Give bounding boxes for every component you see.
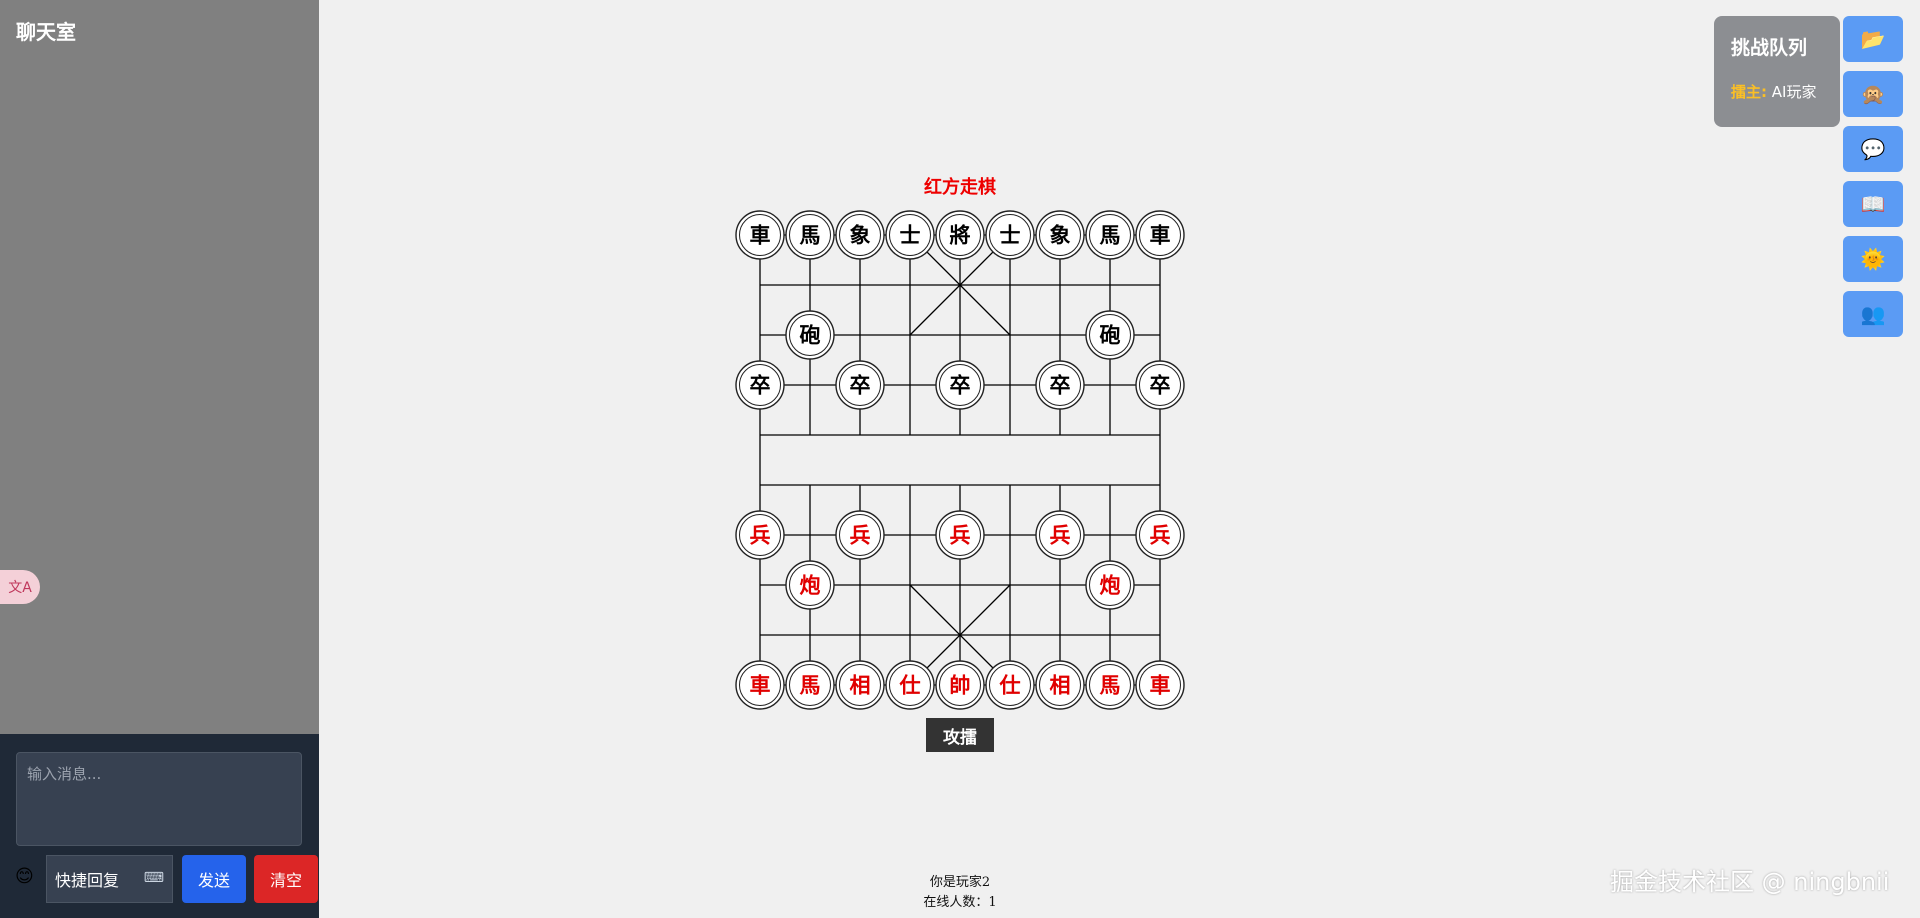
piece-label: 車 — [750, 673, 771, 698]
queue-title: 挑战队列 — [1731, 37, 1808, 59]
black-piece[interactable]: 馬 — [785, 210, 835, 260]
red-piece[interactable]: 相 — [1035, 660, 1085, 710]
red-piece[interactable]: 車 — [735, 660, 785, 710]
black-piece[interactable]: 車 — [735, 210, 785, 260]
piece-label: 兵 — [950, 523, 971, 548]
red-piece[interactable]: 馬 — [785, 660, 835, 710]
player-info: 你是玩家2 在线人数：1 — [860, 873, 1060, 913]
piece-label: 卒 — [750, 373, 771, 398]
black-piece[interactable]: 士 — [885, 210, 935, 260]
piece-label: 士 — [900, 223, 921, 248]
piece-label: 象 — [850, 223, 871, 248]
chat-bubble-icon[interactable]: 💬 — [1843, 126, 1903, 172]
piece-label: 卒 — [950, 373, 971, 398]
host-label: 擂主: — [1731, 83, 1767, 101]
red-piece[interactable]: 仕 — [985, 660, 1035, 710]
piece-label: 馬 — [1100, 673, 1121, 698]
piece-label: 士 — [1000, 223, 1021, 248]
black-piece[interactable]: 砲 — [785, 310, 835, 360]
piece-label: 仕 — [999, 673, 1021, 698]
piece-label: 馬 — [800, 223, 821, 248]
piece-label: 卒 — [850, 373, 871, 398]
black-piece[interactable]: 將 — [935, 210, 985, 260]
red-piece[interactable]: 車 — [1135, 660, 1185, 710]
challenge-queue-panel: 挑战队列 擂主: AI玩家 — [1714, 16, 1840, 127]
piece-label: 相 — [1050, 673, 1071, 698]
black-piece[interactable]: 馬 — [1085, 210, 1135, 260]
piece-label: 仕 — [899, 673, 921, 698]
piece-label: 兵 — [1150, 523, 1171, 548]
red-piece[interactable]: 相 — [835, 660, 885, 710]
black-piece[interactable]: 士 — [985, 210, 1035, 260]
black-piece[interactable]: 卒 — [1135, 360, 1185, 410]
queue-host: 擂主: AI玩家 — [1731, 81, 1816, 102]
red-piece[interactable]: 仕 — [885, 660, 935, 710]
black-piece[interactable]: 車 — [1135, 210, 1185, 260]
black-piece[interactable]: 卒 — [1035, 360, 1085, 410]
book-icon[interactable]: 📖 — [1843, 181, 1903, 227]
red-piece[interactable]: 炮 — [785, 560, 835, 610]
black-piece[interactable]: 卒 — [835, 360, 885, 410]
red-piece[interactable]: 兵 — [1135, 510, 1185, 560]
piece-label: 兵 — [850, 523, 871, 548]
red-piece[interactable]: 帥 — [935, 660, 985, 710]
piece-label: 象 — [1050, 223, 1071, 248]
piece-label: 砲 — [1100, 323, 1121, 348]
piece-label: 卒 — [1150, 373, 1171, 398]
piece-label: 車 — [750, 223, 771, 248]
red-piece[interactable]: 兵 — [1035, 510, 1085, 560]
piece-label: 炮 — [1100, 573, 1121, 598]
folder-icon[interactable]: 📂 — [1843, 16, 1903, 62]
red-piece[interactable]: 馬 — [1085, 660, 1135, 710]
black-piece[interactable]: 卒 — [735, 360, 785, 410]
black-piece[interactable]: 象 — [1035, 210, 1085, 260]
host-name: AI玩家 — [1771, 83, 1817, 101]
monkey-icon[interactable]: 🙊 — [1843, 71, 1903, 117]
piece-label: 帥 — [950, 673, 971, 698]
piece-label: 車 — [1150, 673, 1171, 698]
red-piece[interactable]: 炮 — [1085, 560, 1135, 610]
watermark: 掘金技术社区 @ ningbnii — [1610, 868, 1890, 896]
piece-label: 車 — [1150, 223, 1171, 248]
piece-label: 卒 — [1050, 373, 1071, 398]
red-piece[interactable]: 兵 — [935, 510, 985, 560]
red-piece[interactable]: 兵 — [835, 510, 885, 560]
sun-icon[interactable]: 🌞 — [1843, 236, 1903, 282]
challenge-button[interactable]: 攻擂 — [926, 718, 994, 752]
online-count: 在线人数：1 — [923, 895, 997, 910]
chess-board[interactable]: 車馬象士將士象馬車砲 砲卒卒卒卒卒兵兵兵兵兵炮 炮車馬相仕帥仕相馬車 — [0, 0, 1920, 918]
users-icon[interactable]: 👥 — [1843, 291, 1903, 337]
piece-label: 相 — [850, 673, 871, 698]
black-piece[interactable]: 砲 — [1085, 310, 1135, 360]
red-piece[interactable]: 兵 — [735, 510, 785, 560]
piece-label: 馬 — [800, 673, 821, 698]
piece-label: 兵 — [1050, 523, 1071, 548]
black-piece[interactable]: 卒 — [935, 360, 985, 410]
player-label: 你是玩家2 — [929, 875, 991, 890]
black-piece[interactable]: 象 — [835, 210, 885, 260]
piece-label: 將 — [950, 223, 971, 248]
piece-label: 馬 — [1100, 223, 1121, 248]
piece-label: 兵 — [750, 523, 771, 548]
piece-label: 砲 — [800, 323, 821, 348]
piece-label: 炮 — [800, 573, 821, 598]
